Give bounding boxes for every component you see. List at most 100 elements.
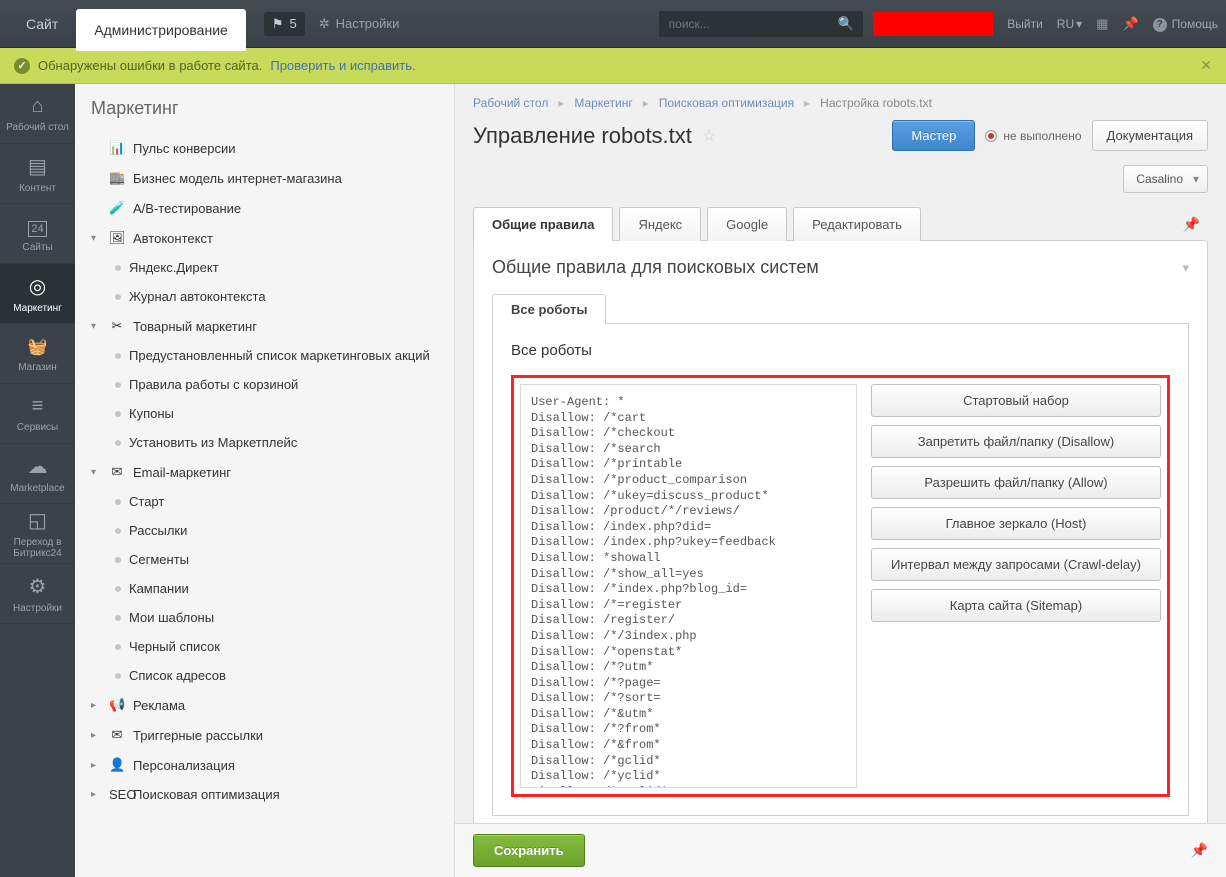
tree-item-9[interactable]: Купоны — [75, 399, 454, 428]
tree-item-19[interactable]: ▸📢Реклама — [75, 690, 454, 720]
bullet-icon — [115, 382, 121, 388]
alert-link[interactable]: Проверить и исправить. — [270, 58, 415, 73]
documentation-button[interactable]: Документация — [1092, 120, 1209, 151]
tree-item-0[interactable]: 📊Пульс конверсии — [75, 133, 454, 163]
tree-item-21[interactable]: ▸👤Персонализация — [75, 750, 454, 780]
nav-item-7[interactable]: Переход в Битрикс24 — [0, 504, 75, 564]
breadcrumb-item-0[interactable]: Рабочий стол — [473, 96, 548, 110]
tree-item-15[interactable]: Кампании — [75, 574, 454, 603]
breadcrumb-item-1[interactable]: Маркетинг — [574, 96, 632, 110]
tree-item-5[interactable]: Журнал автоконтекста — [75, 282, 454, 311]
tree-item-8[interactable]: Правила работы с корзиной — [75, 370, 454, 399]
red-placeholder — [873, 12, 993, 36]
action-button-3[interactable]: Главное зеркало (Host) — [871, 507, 1161, 540]
page-title: Управление robots.txt — [473, 123, 692, 149]
bullet-icon — [115, 294, 121, 300]
nav-item-1[interactable]: Контент — [0, 144, 75, 204]
search-button[interactable]: 🔍 — [829, 11, 864, 37]
help-link[interactable]: Помощь — [1153, 16, 1218, 32]
settings-link[interactable]: ✲ Настройки — [319, 16, 400, 32]
toggle-icon: ▸ — [91, 789, 101, 800]
collapse-icon[interactable]: ▾ — [1182, 260, 1189, 276]
tab-admin[interactable]: Администрирование — [76, 9, 246, 51]
action-button-0[interactable]: Стартовый набор — [871, 384, 1161, 417]
tree-item-4[interactable]: Яндекс.Директ — [75, 253, 454, 282]
bullet-icon — [115, 411, 121, 417]
tab-1[interactable]: Яндекс — [619, 207, 701, 241]
master-button[interactable]: Мастер — [892, 120, 975, 151]
tree-item-13[interactable]: Рассылки — [75, 516, 454, 545]
tree-icon: 👤 — [109, 757, 125, 773]
bullet-icon — [115, 586, 121, 592]
tree-item-17[interactable]: Черный список — [75, 632, 454, 661]
nav-label: Переход в Битрикс24 — [0, 537, 75, 559]
tree-item-14[interactable]: Сегменты — [75, 545, 454, 574]
nav-label: Сервисы — [15, 422, 60, 433]
nav-item-6[interactable]: Marketplace — [0, 444, 75, 504]
nav-item-8[interactable]: Настройки — [0, 564, 75, 624]
bullet-icon — [115, 528, 121, 534]
sidebar-title: Маркетинг — [75, 84, 454, 133]
footer-bar: Сохранить 📌 — [455, 823, 1226, 877]
tree-item-22[interactable]: ▸SEOПоисковая оптимизация — [75, 780, 454, 809]
tree-item-2[interactable]: 🧪A/B-тестирование — [75, 193, 454, 223]
tree-item-12[interactable]: Старт — [75, 487, 454, 516]
tree-item-11[interactable]: ▾✉Email-маркетинг — [75, 457, 454, 487]
bullet-icon — [115, 557, 121, 563]
tree-label: Кампании — [129, 581, 189, 596]
favorite-star-icon[interactable]: ☆ — [702, 126, 716, 146]
tree-item-20[interactable]: ▸✉Триггерные рассылки — [75, 720, 454, 750]
footer-pin-icon[interactable]: 📌 — [1191, 842, 1208, 859]
nav-item-0[interactable]: Рабочий стол — [0, 84, 75, 144]
exit-link[interactable]: Выйти — [1007, 17, 1043, 31]
tree-item-7[interactable]: Предустановленный список маркетинговых а… — [75, 341, 454, 370]
action-button-1[interactable]: Запретить файл/папку (Disallow) — [871, 425, 1161, 458]
nav-item-4[interactable]: Магазин — [0, 324, 75, 384]
breadcrumb-item-2[interactable]: Поисковая оптимизация — [659, 96, 794, 110]
save-button[interactable]: Сохранить — [473, 834, 585, 867]
tree-item-10[interactable]: Установить из Маркетплейс — [75, 428, 454, 457]
search-icon: 🔍 — [838, 16, 855, 31]
tree-label: Предустановленный список маркетинговых а… — [129, 348, 430, 363]
tree-item-1[interactable]: 🏬Бизнес модель интернет-магазина — [75, 163, 454, 193]
toggle-icon: ▸ — [91, 700, 101, 711]
action-button-4[interactable]: Интервал между запросами (Crawl-delay) — [871, 548, 1161, 581]
tree-item-18[interactable]: Список адресов — [75, 661, 454, 690]
tree-icon: 🏬 — [109, 170, 125, 186]
language-selector[interactable]: RU▾ — [1057, 17, 1082, 31]
tabs-pin-icon[interactable]: 📌 — [1175, 208, 1208, 241]
i-gear-icon — [29, 574, 47, 599]
tab-site[interactable]: Сайт — [8, 0, 76, 48]
tab-0[interactable]: Общие правила — [473, 207, 613, 241]
tree-item-16[interactable]: Мои шаблоны — [75, 603, 454, 632]
bullet-icon — [115, 615, 121, 621]
inner-tab-all-robots[interactable]: Все роботы — [492, 294, 606, 324]
bullet-icon — [115, 673, 121, 679]
highlight-frame: User-Agent: * Disallow: /*cart Disallow:… — [511, 375, 1170, 797]
nav-item-2[interactable]: Сайты — [0, 204, 75, 264]
tab-2[interactable]: Google — [707, 207, 787, 241]
i-doc-icon — [28, 154, 47, 179]
robots-txt-content[interactable]: User-Agent: * Disallow: /*cart Disallow:… — [520, 384, 857, 788]
tree-label: Черный список — [129, 639, 220, 654]
action-button-5[interactable]: Карта сайта (Sitemap) — [871, 589, 1161, 622]
notification-badge[interactable]: 5 — [264, 12, 305, 36]
nav-item-5[interactable]: Сервисы — [0, 384, 75, 444]
toggle-icon: ▸ — [91, 730, 101, 741]
bullet-icon — [115, 499, 121, 505]
action-button-2[interactable]: Разрешить файл/папку (Allow) — [871, 466, 1161, 499]
alert-close[interactable]: ✕ — [1200, 57, 1212, 74]
status-indicator[interactable]: не выполнено — [985, 129, 1081, 143]
chevron-down-icon: ▾ — [1076, 17, 1082, 31]
tree-icon: 🖼 — [109, 230, 125, 246]
tree-item-3[interactable]: ▾🖼Автоконтекст — [75, 223, 454, 253]
search-input[interactable] — [659, 11, 829, 37]
notification-count: 5 — [289, 16, 296, 31]
tree-item-6[interactable]: ▾✂Товарный маркетинг — [75, 311, 454, 341]
nav-item-3[interactable]: Маркетинг — [0, 264, 75, 324]
tree-label: Журнал автоконтекста — [129, 289, 266, 304]
site-selector[interactable]: Casalino — [1123, 165, 1208, 193]
pin-icon[interactable]: 📌 — [1122, 16, 1138, 32]
columns-icon[interactable]: ▦ — [1096, 16, 1108, 32]
tab-3[interactable]: Редактировать — [793, 207, 921, 241]
